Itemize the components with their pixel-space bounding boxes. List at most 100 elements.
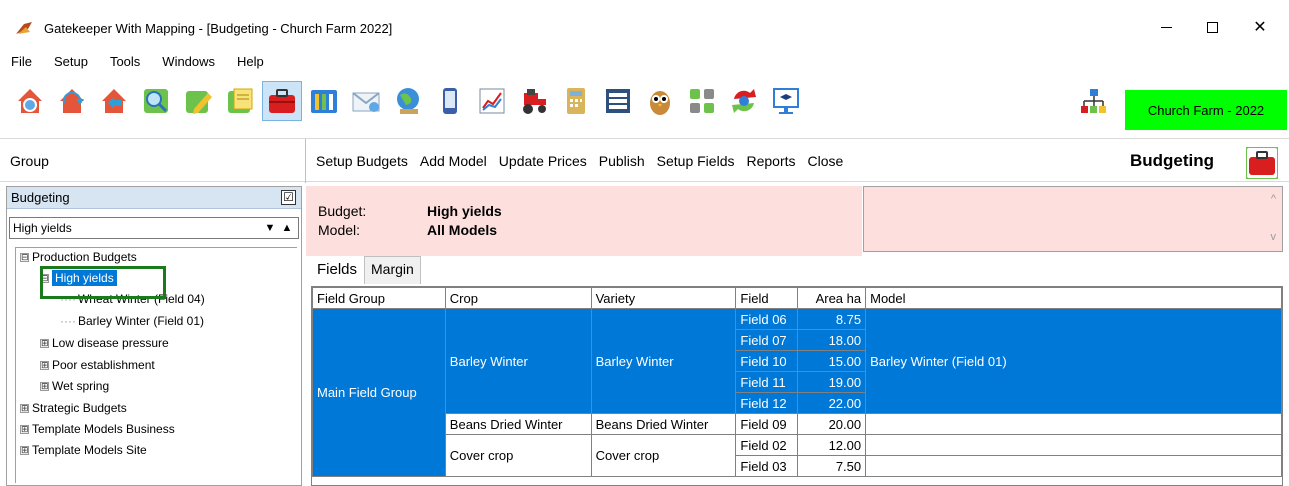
variety-cell[interactable]: Beans Dried Winter — [590, 413, 737, 435]
farm-year-badge[interactable]: Church Farm - 2022 — [1125, 90, 1287, 130]
add-model-link[interactable]: Add Model — [414, 153, 493, 169]
area-cell[interactable]: 22.00 — [797, 392, 867, 414]
area-cell[interactable]: 8.75 — [797, 308, 867, 330]
tree-node-strategic-budgets[interactable]: ⊞ Strategic Budgets — [20, 401, 127, 415]
col-field-group[interactable]: Field Group — [312, 287, 446, 309]
columns-icon[interactable] — [304, 81, 344, 121]
field-cell[interactable]: Field 10 — [735, 350, 799, 372]
maximize-button[interactable] — [1189, 10, 1235, 44]
menu-file[interactable]: File — [0, 50, 43, 74]
model-cell[interactable] — [865, 413, 1282, 435]
expand-icon[interactable]: ⊞ — [40, 381, 49, 391]
menu-setup[interactable]: Setup — [43, 50, 99, 74]
grid-icon[interactable] — [682, 81, 722, 121]
maximize-icon — [1206, 21, 1218, 33]
expand-icon[interactable]: ⊞ — [40, 360, 49, 370]
grid-view-icon[interactable] — [598, 81, 638, 121]
field-group-cell[interactable]: Main Field Group — [312, 308, 446, 477]
publish-link[interactable]: Publish — [593, 153, 651, 169]
setup-budgets-link[interactable]: Setup Budgets — [310, 153, 414, 169]
close-icon: ✕ — [1253, 19, 1267, 36]
phone-icon[interactable] — [430, 81, 470, 121]
col-area[interactable]: Area ha — [797, 287, 867, 309]
tractor-icon[interactable] — [514, 81, 554, 121]
close-button[interactable]: ✕ — [1237, 10, 1283, 44]
mail-icon[interactable] — [346, 81, 386, 121]
search-next-button[interactable]: ▼ — [262, 220, 278, 236]
menu-windows[interactable]: Windows — [151, 50, 226, 74]
collapse-icon[interactable]: ⊟ — [20, 252, 29, 262]
update-prices-link[interactable]: Update Prices — [493, 153, 593, 169]
back-home-icon[interactable] — [94, 81, 134, 121]
field-cell[interactable]: Field 07 — [735, 329, 799, 351]
org-chart-icon[interactable] — [1079, 86, 1109, 116]
field-cell[interactable]: Field 12 — [735, 392, 799, 414]
field-cell[interactable]: Field 02 — [735, 434, 799, 456]
notes-textarea[interactable]: ^ v — [863, 186, 1283, 252]
menu-tools[interactable]: Tools — [99, 50, 151, 74]
area-cell[interactable]: 12.00 — [797, 434, 867, 456]
refresh-icon[interactable] — [724, 81, 764, 121]
calculator-icon[interactable] — [556, 81, 596, 121]
table-row[interactable]: Beans Dried Winter Beans Dried Winter Fi… — [313, 413, 1282, 435]
model-cell[interactable]: Barley Winter (Field 01) — [865, 308, 1282, 414]
area-cell[interactable]: 18.00 — [797, 329, 867, 351]
area-cell[interactable]: 20.00 — [797, 413, 867, 435]
col-model[interactable]: Model — [865, 287, 1282, 309]
field-cell[interactable]: Field 09 — [735, 413, 799, 435]
variety-cell[interactable]: Barley Winter — [590, 308, 737, 414]
table-row[interactable]: Cover crop Cover crop Field 02 12.00 — [313, 434, 1282, 477]
budgeting-icon[interactable] — [262, 81, 302, 121]
tab-fields[interactable]: Fields — [310, 256, 365, 284]
crop-cell[interactable]: Beans Dried Winter — [444, 413, 592, 435]
variety-cell[interactable]: Cover crop — [590, 434, 737, 477]
owl-icon[interactable] — [640, 81, 680, 121]
minimize-button[interactable] — [1143, 10, 1189, 44]
close-link[interactable]: Close — [802, 153, 850, 169]
budget-search-input[interactable]: High yields ▼ ▲ — [9, 217, 299, 239]
expand-icon[interactable]: ⊞ — [20, 445, 29, 455]
reports-link[interactable]: Reports — [740, 153, 801, 169]
search-icon[interactable] — [136, 81, 176, 121]
navigator-checkbox[interactable]: ☑ — [281, 190, 296, 205]
window-title: Gatekeeper With Mapping - [Budgeting - C… — [44, 21, 393, 36]
tab-margin[interactable]: Margin — [364, 256, 421, 284]
globe-icon[interactable] — [388, 81, 428, 121]
sync-icon[interactable] — [52, 81, 92, 121]
notes-icon[interactable] — [220, 81, 260, 121]
tree-node-poor-establishment[interactable]: ⊞ Poor establishment — [40, 358, 155, 372]
crop-cell[interactable]: Barley Winter — [444, 308, 592, 414]
expand-icon[interactable]: ⊞ — [20, 403, 29, 413]
tree-label: Template Models Site — [32, 443, 147, 457]
expand-icon[interactable]: ⊞ — [20, 424, 29, 434]
scroll-up-icon[interactable]: ^ — [1271, 193, 1276, 205]
area-cell[interactable]: 15.00 — [797, 350, 867, 372]
col-variety[interactable]: Variety — [590, 287, 737, 309]
menu-help[interactable]: Help — [226, 50, 275, 74]
chart-icon[interactable] — [472, 81, 512, 121]
tree-node-template-business[interactable]: ⊞ Template Models Business — [20, 422, 175, 436]
home-icon[interactable] — [10, 81, 50, 121]
tree-node-production-budgets[interactable]: ⊟ Production Budgets — [20, 250, 137, 264]
col-field[interactable]: Field — [735, 287, 799, 309]
expand-icon[interactable]: ⊞ — [40, 338, 49, 348]
area-cell[interactable]: 7.50 — [797, 455, 867, 477]
field-cell[interactable]: Field 03 — [735, 455, 799, 477]
area-cell[interactable]: 19.00 — [797, 371, 867, 393]
tree-node-low-disease[interactable]: ⊞ Low disease pressure — [40, 336, 169, 350]
table-row[interactable]: Main Field Group Barley Winter Barley Wi… — [312, 308, 1282, 477]
field-cell[interactable]: Field 06 — [735, 308, 799, 330]
tree-node-barley-winter[interactable]: ···· Barley Winter (Field 01) — [60, 314, 204, 328]
tree-node-template-site[interactable]: ⊞ Template Models Site — [20, 443, 147, 457]
model-cell[interactable] — [865, 455, 1282, 477]
scroll-down-icon[interactable]: v — [1271, 231, 1277, 243]
setup-fields-link[interactable]: Setup Fields — [651, 153, 741, 169]
crop-cell[interactable]: Cover crop — [444, 434, 592, 477]
training-icon[interactable] — [766, 81, 806, 121]
col-crop[interactable]: Crop — [444, 287, 592, 309]
model-cell[interactable] — [865, 434, 1282, 456]
field-cell[interactable]: Field 11 — [735, 371, 799, 393]
tree-node-wet-spring[interactable]: ⊞ Wet spring — [40, 379, 109, 393]
search-prev-button[interactable]: ▲ — [279, 220, 295, 236]
edit-icon[interactable] — [178, 81, 218, 121]
